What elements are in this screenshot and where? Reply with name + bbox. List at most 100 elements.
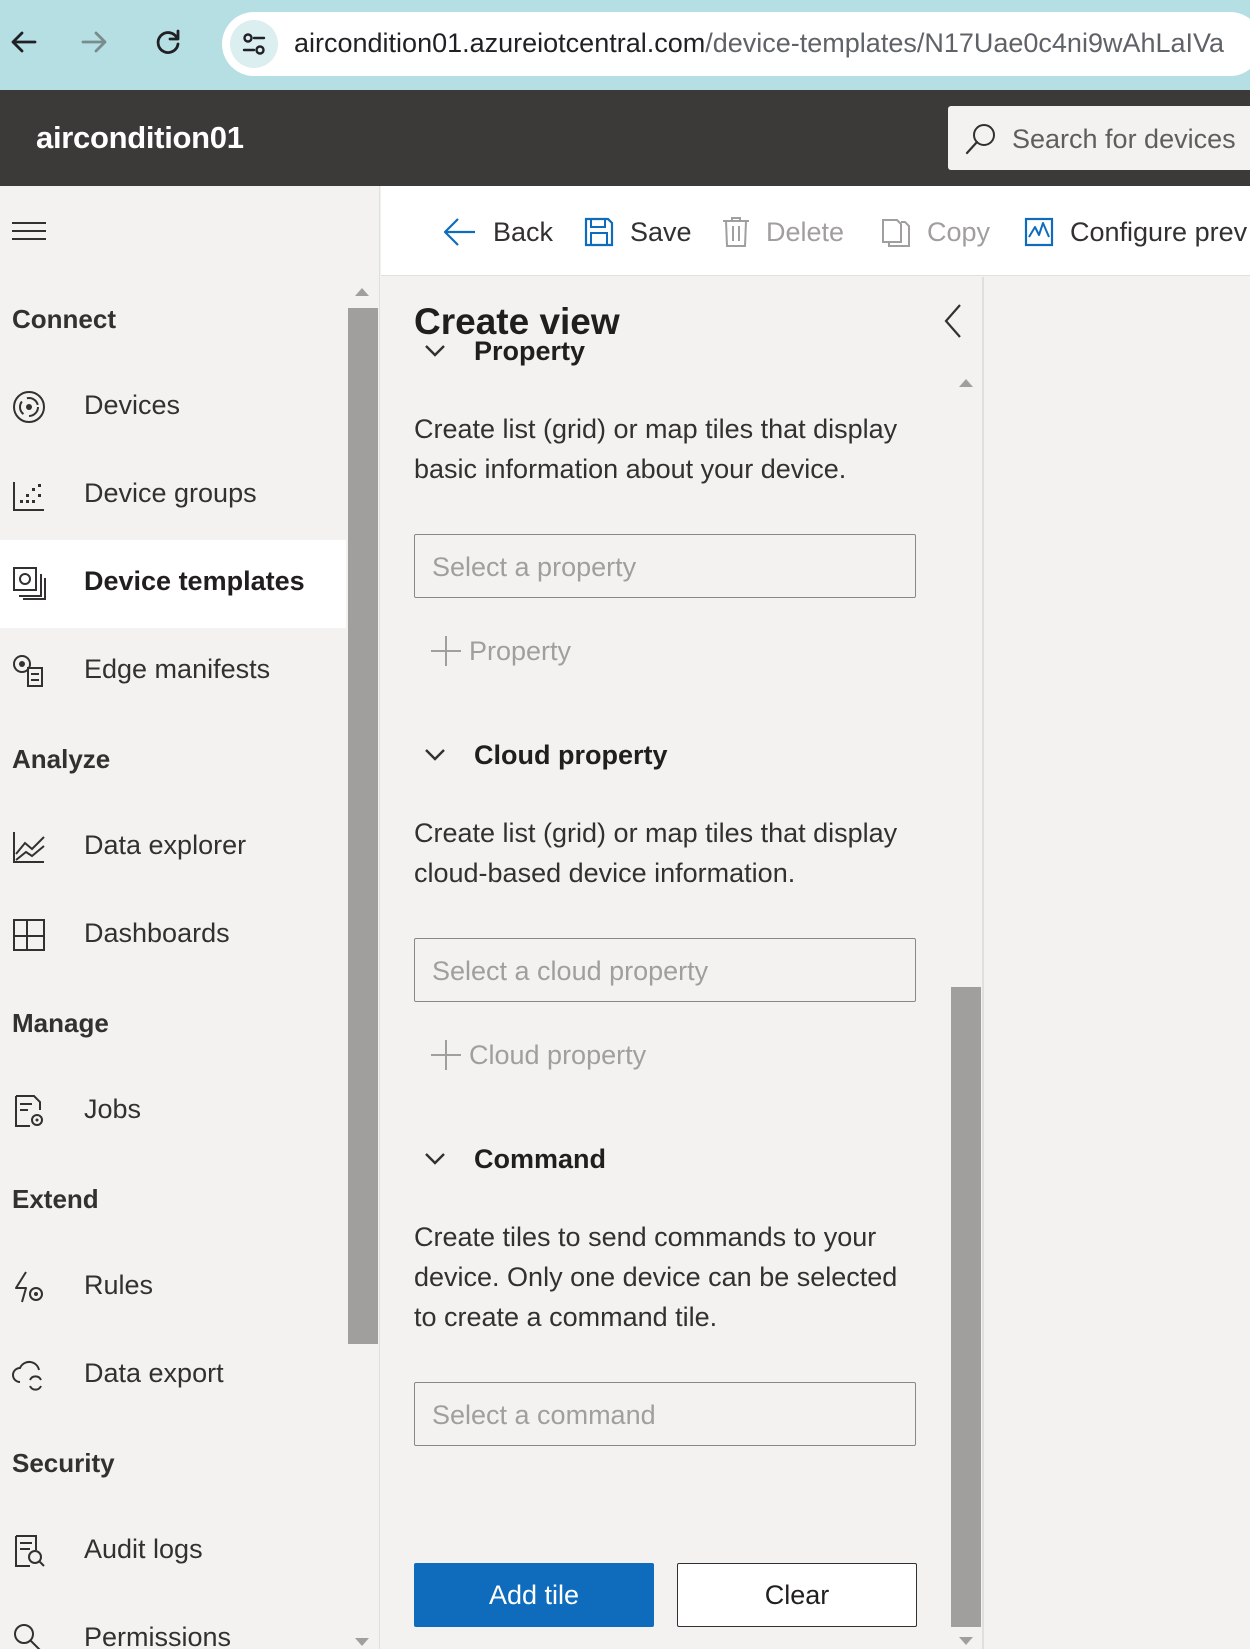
app-header: aircondition01 Search for devices [0, 90, 1250, 186]
sidebar-item-audit-logs[interactable]: Audit logs [0, 1508, 346, 1596]
permissions-icon [14, 1624, 41, 1649]
save-label: Save [630, 216, 692, 247]
chevron-left-icon [944, 304, 961, 338]
browser-toolbar: aircondition01.azureiotcentral.com/devic… [0, 0, 1250, 90]
device-groups-icon [13, 482, 44, 511]
section-security: Security [12, 1448, 115, 1478]
sidebar-scrollbar-thumb[interactable] [348, 308, 378, 1344]
browser-reload-button[interactable] [146, 20, 190, 64]
panel-scroll-down[interactable] [959, 1637, 973, 1645]
configure-preview-label: Configure prev [1070, 216, 1248, 247]
sidebar-item-edge-manifests[interactable]: Edge manifests [0, 628, 346, 716]
section-extend: Extend [12, 1184, 99, 1214]
cloud-property-description: Create list (grid) or map tiles that dis… [414, 818, 898, 888]
chevron-down-icon [425, 1153, 445, 1165]
url-path: /device-templates/N17Uae0c4ni9wAhLaIVa [705, 28, 1225, 58]
arrow-right-icon [81, 31, 107, 53]
chevron-down-icon [425, 749, 445, 761]
edge-manifests-icon [13, 655, 43, 687]
cloud-property-placeholder: Select a cloud property [432, 956, 709, 986]
add-property-button[interactable]: Property [429, 634, 571, 668]
panel-scrollbar-thumb[interactable] [951, 987, 981, 1627]
sidebar-item-data-explorer[interactable]: Data explorer [0, 804, 346, 892]
plus-icon [431, 1040, 461, 1070]
sidebar-scroll-down[interactable] [355, 1638, 369, 1646]
command-dropdown[interactable]: Select a command [414, 1382, 916, 1446]
chart-preview-icon [1024, 217, 1054, 247]
app-title[interactable]: aircondition01 [36, 120, 244, 156]
data-explorer-icon [13, 832, 45, 863]
audit-logs-icon [15, 1535, 45, 1567]
devices-icon [13, 391, 45, 423]
clear-button[interactable]: Clear [677, 1563, 917, 1627]
search-placeholder: Search for devices [1012, 124, 1236, 154]
sidebar-item-label: Dashboards [84, 918, 230, 948]
search-icon [965, 124, 995, 155]
sidebar-item-label: Data explorer [84, 830, 247, 860]
sidebar-item-label: Device templates [84, 566, 305, 596]
rules-icon [15, 1271, 43, 1303]
section-manage: Manage [12, 1008, 109, 1038]
sidebar-item-device-groups[interactable]: Device groups [0, 452, 346, 540]
url-text: aircondition01.azureiotcentral.com/devic… [294, 28, 1224, 59]
accordion-cloud-property-label: Cloud property [474, 739, 668, 770]
copy-icon [882, 219, 910, 247]
property-placeholder: Select a property [432, 552, 637, 582]
sidebar-item-label: Devices [84, 390, 181, 420]
accordion-cloud-property[interactable]: Cloud property [424, 735, 668, 775]
url-host: aircondition01.azureiotcentral.com [294, 28, 706, 58]
sidebar-item-devices[interactable]: Devices [0, 364, 346, 452]
sidebar-item-data-export[interactable]: Data export [0, 1332, 346, 1420]
hamburger-menu-button[interactable] [12, 216, 46, 251]
command-placeholder: Select a command [432, 1400, 656, 1430]
site-info-button[interactable] [230, 20, 278, 68]
delete-label: Delete [766, 216, 845, 247]
sidebar-item-label: Device groups [84, 478, 257, 508]
arrow-left-icon [11, 31, 37, 53]
copy-button[interactable]: Copy [881, 214, 990, 250]
sidebar-item-label: Permissions [84, 1622, 232, 1649]
section-connect: Connect [12, 304, 116, 334]
delete-button[interactable]: Delete [722, 214, 844, 250]
sidebar-item-dashboards[interactable]: Dashboards [0, 892, 346, 980]
device-search-input[interactable]: Search for devices [948, 106, 1250, 170]
command-description: Create tiles to send commands to your de… [414, 1222, 898, 1332]
section-analyze: Analyze [12, 744, 111, 774]
accordion-command-label: Command [474, 1143, 607, 1174]
accordion-property-label: Property [474, 335, 586, 366]
back-button[interactable]: Back [443, 214, 553, 250]
add-tile-button[interactable]: Add tile [414, 1563, 654, 1627]
collapse-panel-button[interactable] [938, 301, 968, 341]
address-bar[interactable]: aircondition01.azureiotcentral.com/devic… [222, 12, 1250, 76]
add-cloud-property-button[interactable]: Cloud property [429, 1038, 646, 1072]
panel-scroll-up[interactable] [959, 379, 973, 387]
data-export-icon [12, 1360, 42, 1391]
dashboards-icon [13, 919, 45, 951]
sidebar-item-label: Jobs [84, 1094, 142, 1124]
browser-back-button[interactable] [2, 20, 46, 64]
create-view-panel: Create view Property Create list (grid) … [381, 277, 984, 1649]
view-canvas [985, 277, 1250, 1649]
configure-preview-button[interactable]: Configure prev [1024, 214, 1247, 250]
device-templates-icon [13, 567, 46, 600]
sidebar-item-rules[interactable]: Rules [0, 1244, 346, 1332]
accordion-property[interactable]: Property [424, 331, 585, 371]
accordion-command[interactable]: Command [424, 1139, 606, 1179]
copy-label: Copy [927, 216, 991, 247]
browser-forward-button[interactable] [72, 20, 116, 64]
back-label: Back [493, 216, 554, 247]
sidebar-item-permissions[interactable]: Permissions [0, 1596, 346, 1649]
sidebar-scroll-up[interactable] [355, 288, 369, 296]
save-button[interactable]: Save [584, 214, 692, 250]
reload-icon [156, 29, 180, 54]
sidebar: Connect Devices Device groups Device tem… [0, 186, 380, 1649]
sidebar-item-jobs[interactable]: Jobs [0, 1068, 346, 1156]
sidebar-item-label: Audit logs [84, 1534, 203, 1564]
save-icon [584, 217, 614, 247]
sidebar-item-label: Edge manifests [84, 654, 271, 684]
sidebar-item-device-templates[interactable]: Device templates [0, 540, 346, 628]
site-settings-icon [242, 33, 266, 55]
property-dropdown[interactable]: Select a property [414, 534, 916, 598]
property-description: Create list (grid) or map tiles that dis… [414, 414, 898, 484]
cloud-property-dropdown[interactable]: Select a cloud property [414, 938, 916, 1002]
